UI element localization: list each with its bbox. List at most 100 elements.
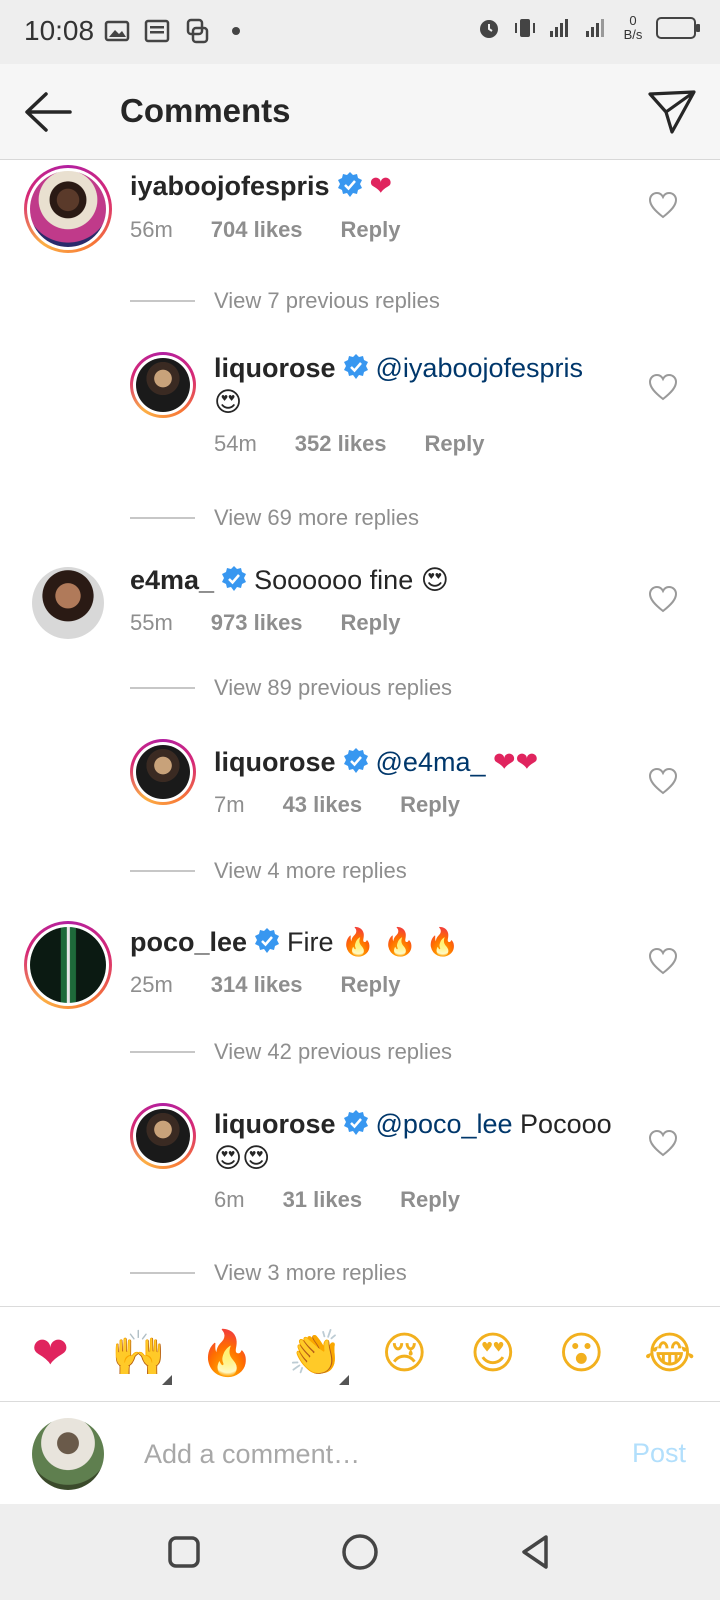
emoji-crying-button[interactable]: 😢 (369, 1319, 439, 1389)
view-more-replies[interactable]: View 69 more replies (214, 505, 419, 531)
reply-username[interactable]: liquorose (214, 1109, 336, 1139)
avatar[interactable] (130, 352, 196, 418)
reply-likes[interactable]: 31 likes (283, 1187, 363, 1213)
view-more-replies[interactable]: View 4 more replies (214, 858, 407, 884)
verified-badge-icon (343, 354, 368, 379)
reply-button[interactable]: Reply (400, 1187, 460, 1213)
emoji-surprised-button[interactable]: 😮 (546, 1319, 616, 1389)
signal-icon (586, 19, 604, 37)
alarm-icon (480, 20, 498, 38)
system-icons: 0 B/s (476, 13, 700, 42)
replies-divider (130, 300, 195, 302)
reply-likes[interactable]: 352 likes (295, 431, 387, 457)
comment-likes[interactable]: 704 likes (211, 217, 303, 243)
comment-time: 25m (130, 972, 173, 997)
verified-badge-icon (222, 566, 247, 591)
emoji-laughing-button[interactable]: 😂 (635, 1319, 705, 1389)
like-heart-icon[interactable] (648, 767, 678, 795)
news-notification-icon (144, 19, 170, 43)
comment-likes[interactable]: 314 likes (211, 972, 303, 998)
replies-divider (130, 517, 195, 519)
emoji-heart-button[interactable]: ❤ (15, 1319, 85, 1389)
notification-icons (104, 18, 240, 44)
reply-button[interactable]: Reply (425, 431, 485, 457)
back-arrow-icon[interactable] (22, 90, 74, 134)
comment-emoji: 😍 (420, 565, 449, 596)
direct-share-icon[interactable] (646, 86, 698, 138)
emoji-clap-button[interactable]: 👏 (281, 1319, 351, 1389)
verified-badge-icon (337, 172, 362, 197)
comment-likes[interactable]: 973 likes (211, 610, 303, 636)
avatar[interactable] (130, 739, 196, 805)
emoji-fire-button[interactable]: 🔥 (192, 1319, 262, 1389)
current-user-avatar (32, 1418, 104, 1490)
reply-mention[interactable]: @poco_lee (376, 1109, 513, 1139)
like-heart-icon[interactable] (648, 1129, 678, 1157)
avatar[interactable] (24, 921, 112, 1009)
reply-button[interactable]: Reply (341, 972, 401, 998)
comment-text: Soooooo fine (254, 565, 414, 595)
status-time: 10:08 (24, 15, 95, 46)
verified-badge-icon (343, 748, 368, 773)
battery-icon (656, 17, 700, 39)
comment-emoji: 🔥 🔥 🔥 (341, 927, 460, 958)
avatar[interactable] (130, 1103, 196, 1169)
reply-text: 😍 (214, 387, 243, 418)
more-notifications-dot (232, 27, 240, 35)
like-heart-icon[interactable] (648, 947, 678, 975)
emoji-quick-bar: ❤ 🙌 🔥 👏 😢 😍 😮 😂 (0, 1306, 720, 1402)
reply-mention[interactable]: @e4ma_ (376, 747, 486, 777)
vibrate-icon (515, 19, 535, 37)
comment-username[interactable]: e4ma_ (130, 565, 214, 595)
reply-time: 54m (214, 431, 257, 456)
reply-text: Pocooo (520, 1109, 612, 1139)
comment-username[interactable]: poco_lee (130, 927, 247, 957)
like-heart-icon[interactable] (648, 585, 678, 613)
reply-emoji: 😍😍 (214, 1143, 271, 1174)
signal-4g-icon (550, 19, 568, 37)
reply-button[interactable]: Reply (341, 217, 401, 243)
view-previous-replies[interactable]: View 7 previous replies (214, 288, 440, 314)
replies-divider (130, 1272, 195, 1274)
reply-button[interactable]: Reply (400, 792, 460, 818)
avatar[interactable] (24, 165, 112, 253)
emoji-raised-hands-button[interactable]: 🙌 (104, 1319, 174, 1389)
status-bar: 10:08 0 B/s (0, 0, 720, 64)
view-previous-replies[interactable]: View 42 previous replies (214, 1039, 452, 1065)
reply-username[interactable]: liquorose (214, 747, 336, 777)
replies-divider (130, 687, 195, 689)
like-heart-icon[interactable] (648, 191, 678, 219)
comment-text: Fire (287, 927, 334, 957)
like-heart-icon[interactable] (648, 373, 678, 401)
verified-badge-icon (255, 928, 280, 953)
comment-username[interactable]: iyaboojofespris (130, 171, 330, 201)
page-title: Comments (120, 92, 291, 129)
back-triangle-icon[interactable] (516, 1532, 556, 1572)
gallery-notification-icon (104, 20, 130, 42)
comments-header: Comments (0, 64, 720, 160)
network-speed: 0 B/s (623, 13, 643, 42)
home-circle-icon[interactable] (340, 1532, 380, 1572)
avatar[interactable] (32, 567, 104, 639)
comment-time: 56m (130, 217, 173, 242)
recents-square-icon[interactable] (164, 1532, 204, 1572)
comments-list[interactable]: iyaboojofespris ❤ 56m 704 likes Reply Vie… (0, 161, 720, 1306)
reply-username[interactable]: liquorose (214, 353, 336, 383)
emoji-heart-eyes-button[interactable]: 😍 (458, 1319, 528, 1389)
replies-divider (130, 870, 195, 872)
replies-divider (130, 1051, 195, 1053)
reply-likes[interactable]: 43 likes (283, 792, 363, 818)
sync-notification-icon (186, 18, 209, 44)
comment-text: ❤ (369, 171, 393, 202)
reply-text: ❤❤ (493, 747, 539, 778)
reply-time: 7m (214, 792, 245, 817)
comment-input[interactable] (144, 1434, 594, 1474)
reply-mention[interactable]: @iyaboojofespris (376, 353, 584, 383)
system-nav-bar (0, 1504, 720, 1600)
view-more-replies[interactable]: View 3 more replies (214, 1260, 407, 1286)
comment-composer: Post (0, 1402, 720, 1504)
view-previous-replies[interactable]: View 89 previous replies (214, 675, 452, 701)
reply-button[interactable]: Reply (341, 610, 401, 636)
post-button[interactable]: Post (632, 1438, 686, 1469)
comment-time: 55m (130, 610, 173, 635)
